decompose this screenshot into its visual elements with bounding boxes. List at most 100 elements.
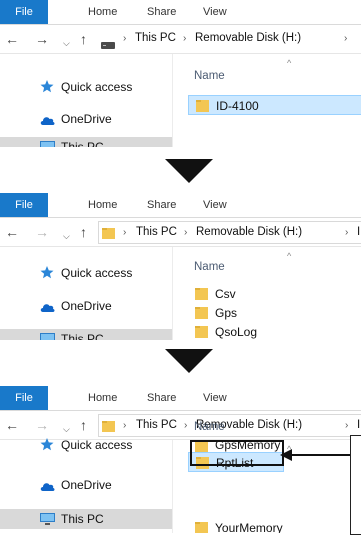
sort-caret-icon: ^ xyxy=(287,58,292,68)
sidebar-item-label: OneDrive xyxy=(61,299,112,313)
breadcrumb-current-folder[interactable]: I xyxy=(357,222,360,243)
tab-share[interactable]: Share xyxy=(147,0,176,24)
breadcrumb-separator: › xyxy=(123,33,127,44)
breadcrumb-this-pc[interactable]: This PC xyxy=(135,28,176,49)
file-name: QsoLog xyxy=(215,325,258,339)
breadcrumb-separator: › xyxy=(123,227,127,238)
file-name: Csv xyxy=(215,287,236,301)
sidebar-item-label: Quick access xyxy=(61,438,133,452)
column-header-name[interactable]: Name xyxy=(194,261,225,273)
highlight-box xyxy=(190,440,284,466)
sidebar-item-label: This PC xyxy=(61,512,104,526)
tab-view[interactable]: View xyxy=(203,386,227,410)
tab-share[interactable]: Share xyxy=(147,386,176,410)
sidebar-item-this-pc[interactable]: This PC xyxy=(0,509,172,529)
file-name: Gps xyxy=(215,306,238,320)
address-bar: ← → ⌵ ↑ › This PC › Removable Disk (H:) … xyxy=(0,218,361,247)
sidebar-item-label: OneDrive xyxy=(61,478,112,492)
column-header-name[interactable]: Name xyxy=(194,70,225,82)
breadcrumb-separator: › xyxy=(344,33,348,44)
breadcrumb-separator: › xyxy=(184,227,188,238)
breadcrumb-this-pc[interactable]: This PC xyxy=(136,222,177,243)
folder-icon xyxy=(195,306,208,319)
tab-home[interactable]: Home xyxy=(88,0,117,24)
callout-arrow-icon xyxy=(280,449,292,461)
callout-bracket xyxy=(350,435,361,535)
list-item[interactable]: Gps xyxy=(188,303,361,323)
sidebar-item-label: Quick access xyxy=(61,80,133,94)
callout-pointer-line xyxy=(290,454,350,456)
pane-divider xyxy=(172,440,173,533)
breadcrumb-separator: › xyxy=(183,33,187,44)
back-arrow-icon[interactable]: ← xyxy=(5,29,19,49)
sidebar-item-label: This PC xyxy=(61,332,104,340)
tab-file[interactable]: File xyxy=(0,386,48,410)
forward-arrow-icon[interactable]: → xyxy=(35,222,49,242)
sidebar-item-label: OneDrive xyxy=(61,112,112,126)
explorer-panel-3: File Home Share View ← → ⌵ ↑ › This PC ›… xyxy=(0,386,361,533)
ribbon: File Home Share View xyxy=(0,386,361,411)
onedrive-cloud-icon xyxy=(40,299,55,312)
this-pc-monitor-icon xyxy=(40,140,55,147)
sidebar-item-onedrive[interactable]: OneDrive xyxy=(0,109,172,129)
sidebar-item-quick-access[interactable]: Quick access xyxy=(0,426,172,452)
pane-divider xyxy=(172,247,173,340)
folder-icon xyxy=(102,226,115,244)
recent-dropdown-icon[interactable]: ⌵ xyxy=(63,226,70,246)
sidebar-item-onedrive[interactable]: OneDrive xyxy=(0,475,172,495)
tab-home[interactable]: Home xyxy=(88,386,117,410)
folder-icon xyxy=(195,521,208,533)
breadcrumb-removable-disk[interactable]: Removable Disk (H:) xyxy=(196,222,302,243)
quick-access-star-icon xyxy=(40,80,54,93)
sidebar-item-label: This PC xyxy=(61,140,104,147)
pane-divider xyxy=(172,54,173,147)
forward-arrow-icon[interactable]: → xyxy=(35,29,49,49)
address-bar: ← → ⌵ ↑ › This PC › Removable Disk (H:) … xyxy=(0,25,361,54)
list-item[interactable]: QsoLog xyxy=(188,322,361,340)
ribbon: File Home Share View xyxy=(0,193,361,218)
down-arrow-icon xyxy=(165,159,213,183)
tab-home[interactable]: Home xyxy=(88,193,117,217)
tab-view[interactable]: View xyxy=(203,193,227,217)
breadcrumb-current-folder[interactable]: I xyxy=(357,415,360,436)
sidebar-item-quick-access[interactable]: Quick access xyxy=(0,263,172,283)
sidebar-item-this-pc[interactable]: This PC xyxy=(0,137,172,147)
ribbon: File Home Share View xyxy=(0,0,361,25)
breadcrumb-removable-disk[interactable]: Removable Disk (H:) xyxy=(195,28,301,49)
back-arrow-icon[interactable]: ← xyxy=(5,222,19,242)
sort-caret-icon: ^ xyxy=(287,251,292,261)
list-item[interactable]: Csv xyxy=(188,284,361,304)
down-arrow-icon xyxy=(165,349,213,373)
tab-share[interactable]: Share xyxy=(147,193,176,217)
onedrive-cloud-icon xyxy=(40,112,55,125)
up-arrow-icon[interactable]: ↑ xyxy=(80,222,87,242)
up-arrow-icon[interactable]: ↑ xyxy=(80,29,87,49)
tab-file[interactable]: File xyxy=(0,0,48,24)
column-header-name[interactable]: Name xyxy=(194,421,225,433)
sidebar-item-this-pc[interactable]: This PC xyxy=(0,329,172,340)
this-pc-monitor-icon xyxy=(40,332,55,340)
tab-file[interactable]: File xyxy=(0,193,48,217)
drive-icon xyxy=(101,36,115,49)
address-path-box[interactable]: › This PC › Removable Disk (H:) › I xyxy=(98,221,361,244)
sidebar-item-onedrive[interactable]: OneDrive xyxy=(0,296,172,316)
list-item[interactable]: YourMemory xyxy=(188,518,361,533)
sidebar-item-quick-access[interactable]: Quick access xyxy=(0,77,172,97)
list-item[interactable]: ID-4100 xyxy=(188,95,361,115)
sidebar-item-label: Quick access xyxy=(61,266,133,280)
quick-access-star-icon xyxy=(40,266,54,279)
breadcrumb-separator: › xyxy=(345,420,349,431)
this-pc-monitor-icon xyxy=(40,512,55,525)
file-name: YourMemory xyxy=(215,521,283,533)
file-name: ID-4100 xyxy=(216,99,259,113)
tab-view[interactable]: View xyxy=(203,0,227,24)
onedrive-cloud-icon xyxy=(40,478,55,491)
recent-dropdown-icon[interactable]: ⌵ xyxy=(63,33,70,53)
folder-icon xyxy=(196,99,209,112)
folder-icon xyxy=(195,325,208,338)
folder-icon xyxy=(195,287,208,300)
explorer-panel-2: File Home Share View ← → ⌵ ↑ › This PC ›… xyxy=(0,193,361,340)
explorer-panel-1: File Home Share View ← → ⌵ ↑ › This PC ›… xyxy=(0,0,361,147)
breadcrumb-separator: › xyxy=(345,227,349,238)
breadcrumb-separator: › xyxy=(184,420,188,431)
